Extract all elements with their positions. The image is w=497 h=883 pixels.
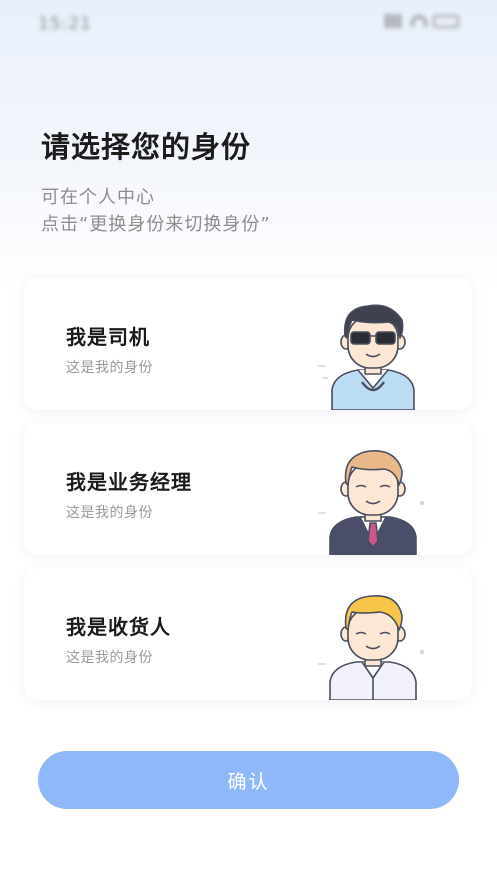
role-description: 这是我的身份 [66,505,153,521]
role-description: 这是我的身份 [66,360,153,376]
status-bar: 15:21 [0,0,497,50]
role-description: 这是我的身份 [66,650,153,666]
role-title: 我是业务经理 [66,470,192,494]
driver-avatar-icon [318,298,428,410]
role-title: 我是司机 [66,325,150,349]
manager-avatar-icon [318,443,428,555]
page-subtitle-line1: 可在个人中心 [41,187,155,208]
status-icons [385,14,459,28]
role-card-driver[interactable]: 我是司机 这是我的身份 [24,278,472,410]
role-title: 我是收货人 [66,615,171,639]
role-card-consignee[interactable]: 我是收货人 这是我的身份 [24,568,472,700]
status-time: 15:21 [38,14,92,34]
page-subtitle-line2: 点击“更换身份来切换身份” [41,214,271,235]
role-card-manager[interactable]: 我是业务经理 这是我的身份 [24,423,472,555]
signal-icon [385,14,405,28]
confirm-button[interactable]: 确认 [38,751,459,809]
consignee-avatar-icon [318,588,428,700]
wifi-icon [411,15,427,27]
page-title: 请选择您的身份 [41,130,252,164]
role-selection-screen: 15:21 请选择您的身份 可在个人中心 点击“更换身份来切换身份” 我是司机 … [0,0,497,883]
battery-icon [433,14,459,28]
